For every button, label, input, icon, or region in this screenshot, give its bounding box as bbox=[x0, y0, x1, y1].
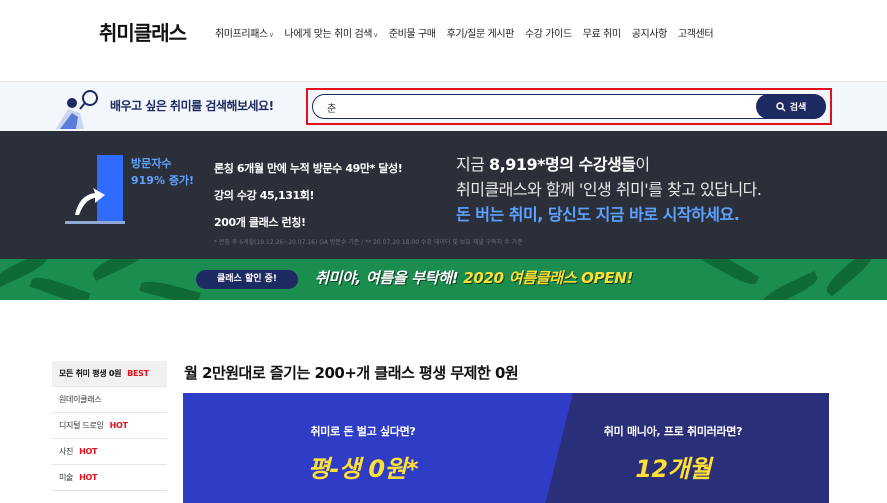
search-button[interactable]: 검색 bbox=[756, 94, 826, 119]
nav-item-label: 공지사항 bbox=[631, 29, 668, 40]
sidebar-item-label: 사진 bbox=[59, 447, 74, 456]
headline-end: 이 bbox=[635, 155, 650, 174]
headline-line3: 돈 버는 취미, 당신도 지금 바로 시작하세요. bbox=[456, 205, 740, 224]
stat-item: 200개 클래스 런칭! bbox=[214, 216, 306, 229]
search-box: 검색 bbox=[312, 94, 826, 119]
hero-right-big: 12개월 bbox=[635, 455, 711, 483]
nav-item[interactable]: 후기/질문 게시판 bbox=[446, 25, 515, 40]
promo-pill: 클래스 할인 중! bbox=[196, 270, 298, 289]
nav-item[interactable]: 공지사항 bbox=[631, 25, 668, 40]
headline-line2: 취미클래스와 함께 '인생 취미'를 찾고 있답니다. bbox=[456, 180, 762, 199]
leaf-decoration bbox=[89, 259, 151, 282]
sidebar-item[interactable]: 미술 HOT bbox=[52, 465, 167, 491]
nav-item[interactable]: 취미프리패스∨ bbox=[215, 25, 274, 40]
stats-footnote: * 런칭 후 6개월(19.12.26~20.07.16) GA 방문수 기준 … bbox=[214, 239, 523, 246]
stat-item: 론칭 6개월 만에 누적 방문수 49만* 달성! bbox=[214, 162, 403, 175]
leaf-decoration bbox=[759, 270, 821, 300]
growth-bar-graphic bbox=[65, 155, 125, 224]
sidebar-item[interactable]: 원데이클래스 bbox=[52, 387, 167, 413]
sidebar-item-badge: HOT bbox=[79, 473, 98, 482]
sidebar-item-label: 모든 취미 평생 0원 bbox=[59, 369, 122, 378]
leaf-decoration bbox=[29, 273, 91, 300]
sidebar-item[interactable]: 모든 취미 평생 0원 BEST bbox=[52, 361, 167, 387]
stat-headline: 지금 8,919*명의 수강생들이 취미클래스와 함께 '인생 취미'를 찾고 … bbox=[456, 152, 762, 227]
hero-right-sub: 취미 매니아, 프로 취미러라면? bbox=[603, 425, 743, 438]
site-logo[interactable]: 취미클래스 bbox=[99, 17, 187, 46]
hero-left-sub: 취미로 돈 벌고 싶다면? bbox=[310, 425, 416, 438]
promo-headline: 취미야, 여름을 부탁해! 2020 여름클래스 OPEN! bbox=[315, 267, 633, 288]
search-button-label: 검색 bbox=[789, 103, 807, 113]
search-icon bbox=[775, 101, 786, 112]
headline-prefix: 지금 bbox=[456, 155, 490, 174]
nav-item-label: 고객센터 bbox=[677, 29, 714, 40]
stat-list: 론칭 6개월 만에 누적 방문수 49만* 달성! 강의 수강 45,131회!… bbox=[214, 155, 403, 236]
visit-stat: 방문자수 919% 증가! bbox=[131, 155, 194, 189]
site-header: 취미클래스 취미프리패스∨ 나에게 맞는 취미 검색∨ 준비물 구매 후기/질문 게시… bbox=[0, 0, 887, 82]
nav-item[interactable]: 나에게 맞는 취미 검색∨ bbox=[284, 25, 379, 40]
search-prompt: 배우고 싶은 취미를 검색해보세요! bbox=[110, 99, 274, 113]
sidebar-item[interactable]: 사진 HOT bbox=[52, 439, 167, 465]
nav-item-label: 후기/질문 게시판 bbox=[446, 29, 515, 40]
hero-left-big: 평-생 0원* bbox=[307, 455, 419, 483]
main-nav: 취미프리패스∨ 나에게 맞는 취미 검색∨ 준비물 구매 후기/질문 게시판 수강 가이… bbox=[215, 25, 724, 40]
search-band: 배우고 싶은 취미를 검색해보세요! 검색 bbox=[0, 82, 887, 131]
promo-text-white: 취미야, 여름을 부탁해! bbox=[315, 269, 464, 287]
sidebar-item-label: 미술 bbox=[59, 473, 74, 482]
search-person-illustration bbox=[56, 90, 98, 129]
nav-item-label: 나에게 맞는 취미 검색 bbox=[284, 29, 373, 40]
nav-item-label: 준비물 구매 bbox=[388, 29, 436, 40]
hero-banner[interactable]: 취미로 돈 벌고 싶다면? 평-생 0원* 취미 매니아, 프로 취미러라면? … bbox=[183, 393, 829, 503]
headline-suffix: *명의 수강생들 bbox=[537, 155, 636, 174]
visit-label: 방문자수 bbox=[131, 157, 172, 170]
nav-item-label: 무료 취미 bbox=[582, 29, 621, 40]
nav-item[interactable]: 고객센터 bbox=[677, 25, 714, 40]
sidebar-item-label: 원데이클래스 bbox=[59, 395, 102, 404]
nav-item-label: 수강 가이드 bbox=[524, 29, 572, 40]
sidebar-item-badge: HOT bbox=[79, 447, 98, 456]
sidebar-item-badge: HOT bbox=[109, 421, 128, 430]
sidebar-item-label: 디지털 드로잉 bbox=[59, 421, 104, 430]
leaf-decoration bbox=[822, 259, 878, 297]
nav-item[interactable]: 준비물 구매 bbox=[389, 25, 436, 40]
visit-value: 919% 증가! bbox=[131, 174, 195, 187]
leaf-decoration bbox=[700, 259, 760, 290]
nav-item[interactable]: 무료 취미 bbox=[583, 25, 621, 40]
promo-banner[interactable]: 클래스 할인 중! 취미야, 여름을 부탁해! 2020 여름클래스 OPEN! bbox=[0, 259, 887, 300]
section-title: 월 2만원대로 즐기는 200+개 클래스 평생 무제한 0원 bbox=[184, 364, 519, 382]
headline-count: 8,919 bbox=[489, 155, 538, 174]
sidebar-item-badge: BEST bbox=[127, 369, 149, 378]
category-sidebar: 모든 취미 평생 0원 BEST 원데이클래스디지털 드로잉 HOT 사진 HOT 미술 HO… bbox=[52, 361, 167, 491]
search-highlight-frame: 검색 bbox=[306, 88, 832, 125]
hero-left-column: 취미로 돈 벌고 싶다면? 평-생 0원* bbox=[238, 423, 488, 484]
nav-item[interactable]: 수강 가이드 bbox=[525, 25, 572, 40]
stat-item: 강의 수강 45,131회! bbox=[214, 189, 315, 202]
sidebar-item[interactable]: 디지털 드로잉 HOT bbox=[52, 413, 167, 439]
leaf-decoration bbox=[139, 277, 201, 300]
promo-text-yellow: 2020 여름클래스 OPEN! bbox=[463, 269, 633, 287]
stats-band: 방문자수 919% 증가! 론칭 6개월 만에 누적 방문수 49만* 달성! … bbox=[0, 131, 887, 259]
chevron-down-icon: ∨ bbox=[268, 31, 274, 39]
nav-item-label: 취미프리패스 bbox=[215, 29, 268, 40]
chevron-down-icon: ∨ bbox=[373, 31, 378, 39]
hero-right-column: 취미 매니아, 프로 취미러라면? 12개월 bbox=[548, 423, 798, 484]
search-input[interactable] bbox=[327, 99, 747, 115]
